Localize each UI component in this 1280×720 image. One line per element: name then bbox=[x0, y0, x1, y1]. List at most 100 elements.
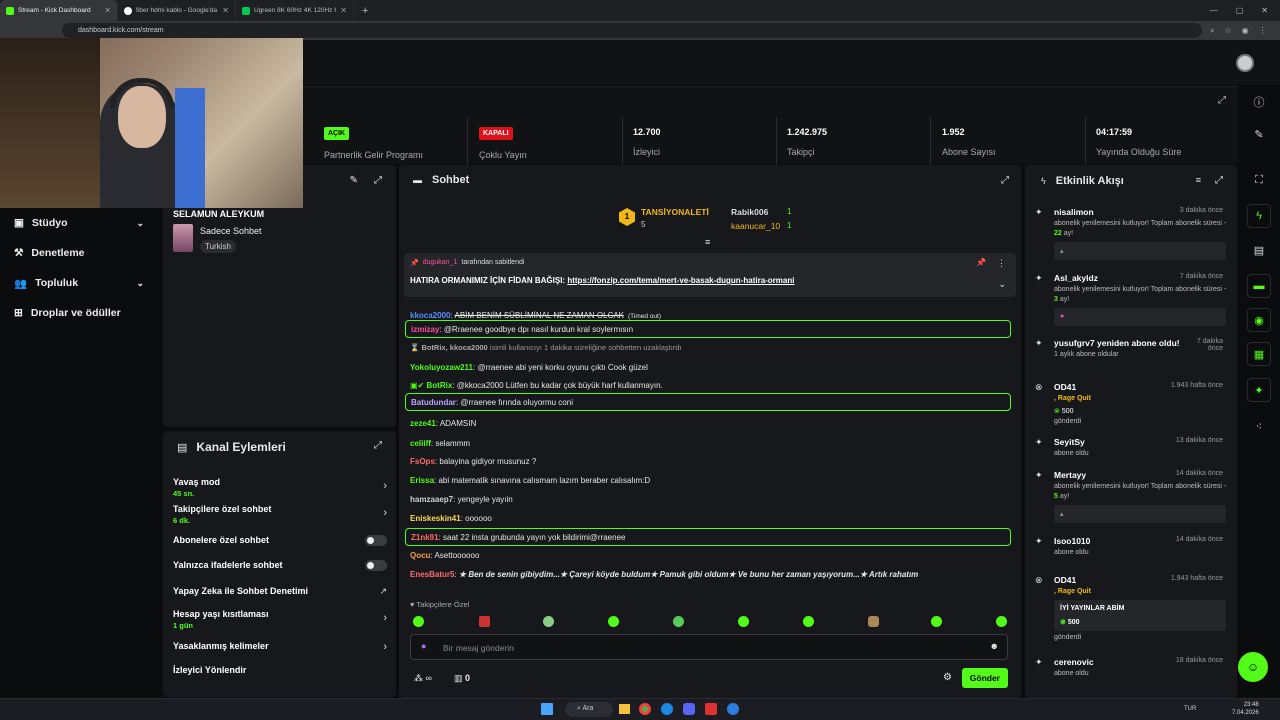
event-username[interactable]: yusufgrv7 yeniden abone oldu! bbox=[1033, 338, 1183, 348]
chat-message[interactable]: kkoca2000: ABİM BENİM SÜBLİMİNAL NE ZAMA… bbox=[410, 311, 1010, 320]
close-icon[interactable]: ✕ bbox=[222, 6, 229, 15]
chat-message[interactable]: Eniskeskin41: oooooo bbox=[410, 514, 1010, 523]
send-button[interactable]: Gönder bbox=[961, 668, 1008, 688]
tab-google[interactable]: fiber hdmi kablo - Google'da Ara ✕ bbox=[118, 0, 236, 21]
close-icon[interactable]: ✕ bbox=[104, 6, 111, 15]
tab-ugreen[interactable]: Ugreen 8K 60Hz 4K 120Hz HDMI ✕ bbox=[236, 0, 354, 21]
action-followers-only[interactable]: Takipçilere özel sohbet 6 dk. › bbox=[173, 504, 387, 525]
activity-event[interactable]: ✦ Asl_akyldz 7 dakika önce abonelik yenilem… bbox=[1033, 273, 1229, 326]
tray-lang[interactable]: TUR bbox=[1184, 706, 1196, 712]
second-gifter-name[interactable]: Rabik006 bbox=[731, 207, 768, 217]
emote-icon[interactable] bbox=[868, 616, 879, 627]
support-chat-button[interactable]: ☺ bbox=[1238, 652, 1268, 682]
pinned-message[interactable]: 📌 dugukan_1 tarafından sabitlendi 📌 ⋮ HA… bbox=[404, 253, 1016, 297]
activity-event[interactable]: ✦ Mertayy 14 dakika önce abonelik yenilemes… bbox=[1033, 470, 1229, 523]
edit-icon[interactable]: ✎ bbox=[350, 175, 358, 186]
chat-username[interactable]: FsOps bbox=[410, 457, 435, 466]
chat-username[interactable]: Qocu bbox=[410, 551, 430, 560]
settings-gear-icon[interactable]: ⚙ bbox=[943, 672, 952, 683]
app-icon[interactable] bbox=[661, 703, 673, 715]
emoji-icon[interactable]: ☻ bbox=[990, 641, 999, 651]
action-account-age[interactable]: Hesap yaşı kısıtlaması 1 gün › bbox=[173, 609, 387, 630]
expand-icon[interactable]: ⤢ bbox=[1218, 95, 1226, 106]
chat-icon[interactable]: ▬ bbox=[1247, 274, 1271, 298]
folder-icon[interactable] bbox=[619, 704, 630, 714]
window-controls[interactable]: — ▢ ✕ bbox=[1210, 6, 1280, 15]
action-slow-mode[interactable]: Yavaş mod 45 sn. › bbox=[173, 477, 387, 498]
expand-icon[interactable]: ⤢ bbox=[374, 440, 382, 451]
chat-username[interactable]: Z1nk91 bbox=[411, 533, 439, 542]
activity-event[interactable]: ✦ SeyitSy 13 dakika önce abone oldu bbox=[1033, 437, 1229, 459]
chat-username[interactable]: EnesBatur5 bbox=[410, 570, 454, 579]
discord-icon[interactable] bbox=[683, 703, 695, 715]
stat-partner[interactable]: AÇIK Partnerlik Gelir Programı bbox=[316, 117, 468, 165]
expand-icon[interactable]: ⤢ bbox=[1001, 175, 1009, 186]
user-avatar[interactable] bbox=[1236, 54, 1254, 72]
chat-message[interactable]: EnesBatur5: ★ Ben de senin gibiydim...★ … bbox=[410, 570, 1010, 579]
activity-event[interactable]: ✦ cerenovic 18 dakika önce abone oldu bbox=[1033, 657, 1229, 679]
notes-icon[interactable]: ▤ bbox=[1247, 238, 1271, 262]
action-ai-moderation[interactable]: Yapay Zeka ile Sohbet Denetimi ↗ bbox=[173, 586, 387, 596]
nav-item-community[interactable]: 👥 Topluluk ⌄ bbox=[0, 268, 160, 298]
chat-message[interactable]: zeze41: ADAMSIN bbox=[410, 419, 1010, 428]
nav-item-studio[interactable]: ▣ Stüdyo ⌄ bbox=[0, 208, 160, 238]
chat-message[interactable]: ▣✔ BotRix: @kkoca2000 Lütfen bu kadar ço… bbox=[410, 381, 1010, 390]
more-icon[interactable]: ⁖ bbox=[1247, 414, 1271, 438]
emote-icon[interactable] bbox=[673, 616, 684, 627]
pinned-menu-icon[interactable]: ⋮ bbox=[997, 258, 1006, 269]
tray-clock[interactable]: 23:48 7.04.2026 bbox=[1232, 701, 1259, 717]
broadcast-icon[interactable]: ◉ bbox=[1247, 308, 1271, 332]
profile-icon[interactable]: ◉ bbox=[1242, 26, 1249, 36]
emote-icon[interactable] bbox=[479, 616, 490, 627]
pinned-link[interactable]: https://fonzip.com/tema/mert-ve-basak-du… bbox=[567, 276, 794, 285]
tab-stream[interactable]: Stream - Kick Dashboard ✕ bbox=[0, 0, 118, 21]
chat-message[interactable]: Erissa: abi matematik sınavına calısmam … bbox=[410, 476, 1010, 485]
chat-message[interactable]: hamzaaep7: yengeyle yayıin bbox=[410, 495, 1010, 504]
chat-message[interactable]: Qocu: Asettoooooo bbox=[410, 551, 1010, 560]
chat-username[interactable]: hamzaaep7 bbox=[410, 495, 453, 504]
chat-message[interactable]: Batudundar: @rraenee fırında oluyormu co… bbox=[405, 393, 1011, 411]
gift-icon[interactable]: ▥ 0 bbox=[454, 673, 470, 684]
chat-username[interactable]: izmizay bbox=[411, 325, 439, 334]
bookmark-star-icon[interactable]: ☆ bbox=[1224, 26, 1231, 36]
chrome-icon[interactable] bbox=[639, 703, 651, 715]
filter-icon[interactable]: ≡ bbox=[1196, 175, 1201, 185]
emote-icon[interactable] bbox=[413, 616, 424, 627]
close-window-icon[interactable]: ✕ bbox=[1261, 6, 1268, 15]
action-emotes-only[interactable]: Yalnızca ifadelerle sohbet bbox=[173, 560, 387, 571]
maximize-icon[interactable]: ▢ bbox=[1236, 6, 1244, 15]
emote-icon[interactable] bbox=[738, 616, 749, 627]
emote-icon[interactable] bbox=[608, 616, 619, 627]
nav-item-moderation[interactable]: ⚒ Denetleme bbox=[0, 238, 160, 268]
activity-event[interactable]: ⊗ OD41 1.943 hafta önce, Rage Quit ⊗ 500 gön… bbox=[1033, 382, 1229, 427]
nav-item-drops[interactable]: ⊞ Droplar ve ödüller bbox=[0, 298, 160, 328]
chat-username[interactable]: Batudundar bbox=[411, 398, 456, 407]
extension-icons[interactable]: ⌕ ☆ ◉ ⋮ bbox=[1210, 26, 1267, 36]
chat-username[interactable]: zeze41 bbox=[410, 419, 436, 428]
activity-event[interactable]: ✦ nisalimon 3 dakika önce abonelik yenileme… bbox=[1033, 207, 1229, 260]
chat-username[interactable]: Erissa bbox=[410, 476, 434, 485]
activity-event[interactable]: ⊗ OD41 1.943 hafta önce, Rage Quit İYİ YAYI… bbox=[1033, 575, 1229, 643]
action-subscribers-only[interactable]: Abonelere özel sohbet bbox=[173, 535, 387, 546]
chat-username[interactable]: BotRix bbox=[426, 381, 452, 390]
emote-icon[interactable] bbox=[931, 616, 942, 627]
emote-icon[interactable] bbox=[803, 616, 814, 627]
points-icon[interactable]: ⁂ ∞ bbox=[414, 673, 432, 684]
expand-icon[interactable]: ⤢ bbox=[1215, 175, 1223, 186]
mic-icon[interactable]: ● bbox=[421, 641, 426, 651]
activity-event[interactable]: ✦ Isoo1010 14 dakika önce abone oldu bbox=[1033, 536, 1229, 558]
category-name[interactable]: Sadece Sohbet bbox=[200, 226, 262, 236]
action-banned-words[interactable]: Yasaklanmış kelimeler › bbox=[173, 641, 387, 653]
chat-username[interactable]: BotRix, kkoca2000 bbox=[421, 343, 487, 352]
zoom-icon[interactable]: ⌕ bbox=[1210, 26, 1214, 36]
chat-username[interactable]: kkoca2000 bbox=[410, 311, 450, 320]
stat-multistream[interactable]: KAPALI Çoklu Yayın bbox=[471, 117, 623, 165]
tools-icon[interactable]: ✦ bbox=[1247, 378, 1271, 402]
chat-username[interactable]: celiiff bbox=[410, 439, 431, 448]
chat-message[interactable]: izmizay: @Rraenee goodbye dpı nasıl kurd… bbox=[405, 320, 1011, 338]
app-icon[interactable] bbox=[705, 703, 717, 715]
edit-icon[interactable]: ✎ bbox=[1247, 122, 1271, 146]
chat-message[interactable]: Z1nk91: saat 22 insta grubunda yayın yok… bbox=[405, 528, 1011, 546]
collapse-leaderboard-icon[interactable]: ≡ bbox=[705, 237, 710, 247]
app-icon[interactable] bbox=[727, 703, 739, 715]
